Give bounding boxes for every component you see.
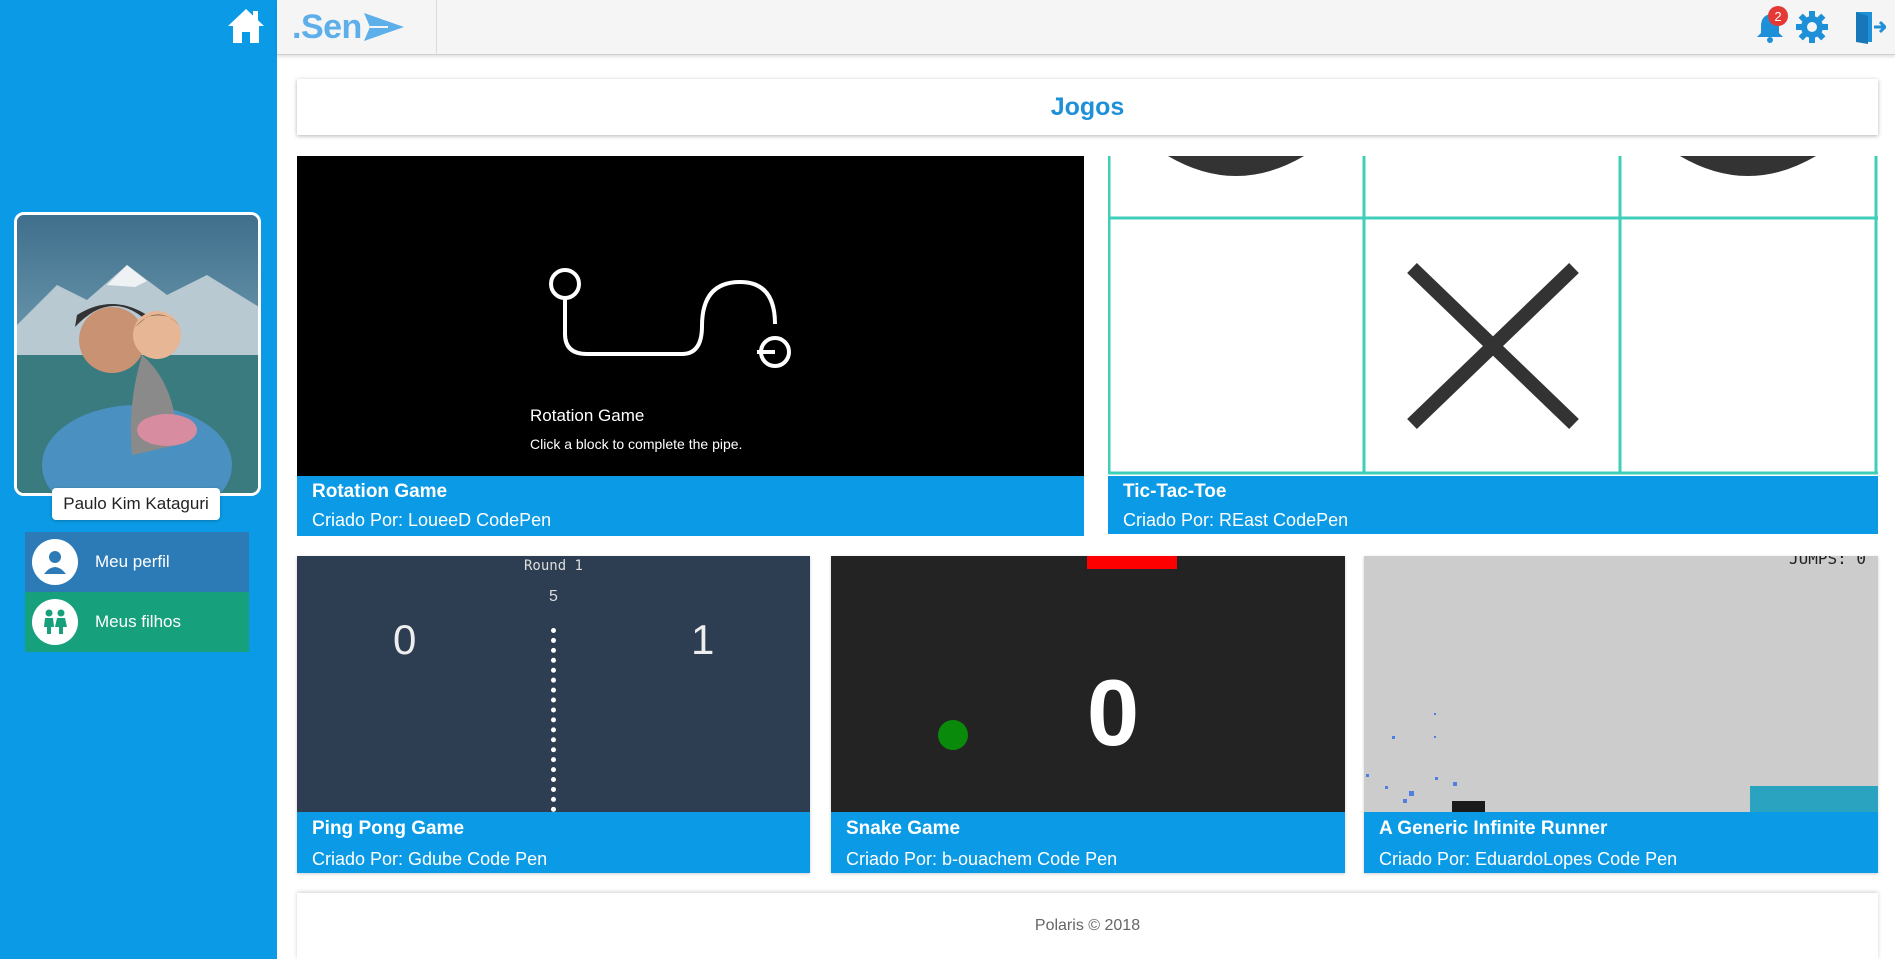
game-caption: A Generic Infinite Runner Criado Por: Ed… [1364,812,1878,873]
round-timer: 5 [549,588,558,605]
game-name: Ping Pong Game [312,818,465,839]
preview-title: Rotation Game [530,406,645,425]
notifications-button[interactable]: 2 [1750,6,1790,48]
menu-item-meu-perfil[interactable]: Meu perfil [25,532,249,592]
game-author: Criado Por: EduardoLopes Code Pen [1379,849,1678,869]
logout-door-icon [1856,12,1886,44]
top-bar: .Sen 2 [277,0,1895,55]
menu-label: Meus filhos [95,612,181,631]
snake-body [1087,556,1177,569]
page-title: Jogos [1050,92,1125,121]
game-author: Criado Por: LoueeD CodePen [312,510,552,530]
game-preview: Round 1 5 0 1 [297,556,810,812]
round-label: Round 1 [523,558,583,574]
game-caption: Rotation Game Criado Por: LoueeD CodePen [297,476,1084,536]
score-left: 0 [393,616,417,663]
game-preview [1108,156,1878,476]
gear-icon [1796,11,1828,43]
sidebar: Paulo Kim Kataguri Meu perfil Meus filho… [0,0,277,959]
profile-photo [14,212,261,496]
game-caption: Ping Pong Game Criado Por: Gdube Code Pe… [297,812,810,873]
notification-badge: 2 [1768,6,1788,26]
game-name: Rotation Game [312,481,448,502]
game-author: Criado Por: REast CodePen [1123,510,1349,530]
game-author: Criado Por: b-ouachem Code Pen [846,849,1118,869]
children-icon [32,599,78,645]
snake-food [938,720,968,750]
logo-text: .Sen [292,7,362,46]
footer: Polaris © 2018 [297,893,1878,959]
game-preview: JUMPS: 0 [1364,556,1878,812]
send-arrow-icon [363,13,404,41]
logout-button[interactable] [1852,6,1888,48]
game-author: Criado Por: Gdube Code Pen [312,849,548,869]
game-card-snake[interactable]: 0 Snake Game Criado Por: b-ouachem Code … [831,556,1345,873]
runner-scene [1366,713,1878,812]
tictactoe-board [1108,156,1878,475]
game-caption: Snake Game Criado Por: b-ouachem Code Pe… [831,812,1345,873]
logo[interactable]: .Sen [292,6,406,48]
menu-item-meus-filhos[interactable]: Meus filhos [25,592,249,652]
home-button[interactable] [224,4,268,48]
game-name: Snake Game [846,818,961,839]
divider [436,0,437,54]
score-right: 1 [691,616,715,663]
game-card-tictactoe[interactable]: Tic-Tac-Toe Criado Por: REast CodePen [1108,156,1878,534]
center-net [551,628,556,812]
page-title-card: Jogos [297,79,1878,135]
game-name: Tic-Tac-Toe [1123,481,1227,502]
game-card-rotation[interactable]: Rotation Game Click a block to complete … [297,156,1084,536]
side-menu: Meu perfil Meus filhos [25,532,249,652]
pipe-illustration [549,268,791,368]
settings-button[interactable] [1792,6,1832,48]
game-card-pingpong[interactable]: Round 1 5 0 1 Ping Pong Game Criado Por:… [297,556,810,873]
preview-subtitle: Click a block to complete the pipe. [530,436,743,452]
footer-text: Polaris © 2018 [1034,917,1141,934]
user-name: Paulo Kim Kataguri [52,488,220,520]
user-icon [32,539,78,585]
game-card-runner[interactable]: JUMPS: 0 A Generic Infinite Runner Criad… [1364,556,1878,873]
home-icon [228,9,264,43]
snake-score: 0 [1086,660,1140,765]
game-caption: Tic-Tac-Toe Criado Por: REast CodePen [1108,476,1878,534]
game-name: A Generic Infinite Runner [1379,818,1608,839]
game-preview: Rotation Game Click a block to complete … [297,156,1084,476]
game-preview: 0 [831,556,1345,812]
menu-label: Meu perfil [95,552,170,571]
